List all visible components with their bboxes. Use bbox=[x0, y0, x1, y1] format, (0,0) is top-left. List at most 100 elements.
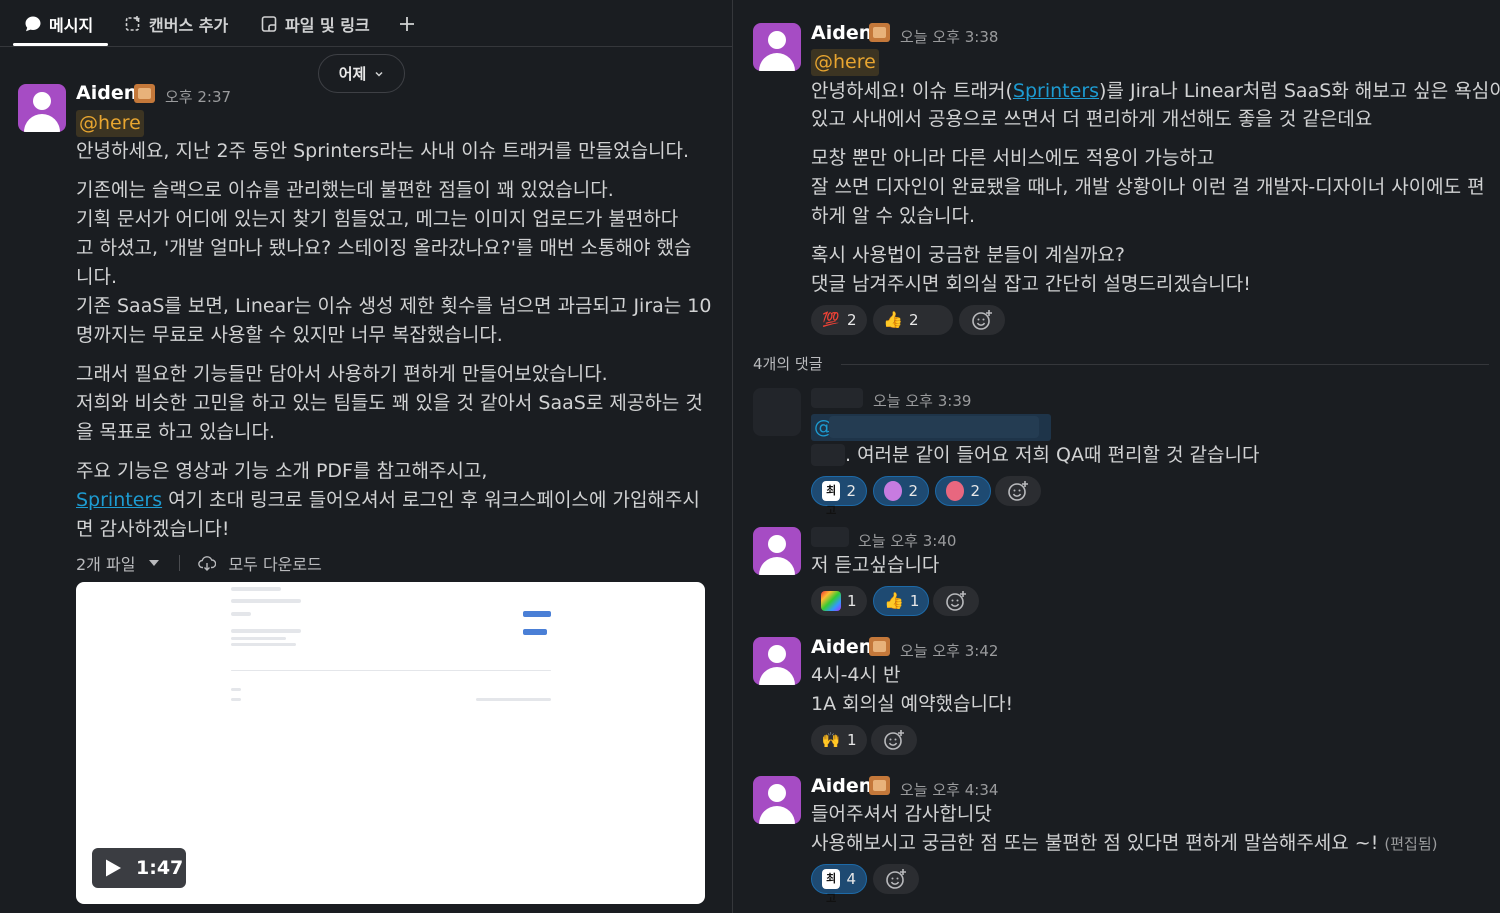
add-reaction-button[interactable] bbox=[959, 305, 1005, 335]
reaction-best[interactable]: 최고 4 bbox=[811, 864, 867, 905]
sprinters-link[interactable]: Sprinters bbox=[76, 489, 162, 511]
tab-add-canvas[interactable]: 캔버스 추가 bbox=[124, 10, 228, 38]
message-line: . 여러분 같이 들어요 저희 QA때 편리할 것 같습니다 bbox=[845, 444, 1260, 466]
sprinters-link[interactable]: Sprinters bbox=[1013, 80, 1099, 102]
message-line: 주요 기능은 영상과 기능 소개 PDF를 참고해주시고, bbox=[76, 460, 488, 482]
video-attachment[interactable]: 1:47 bbox=[76, 582, 705, 904]
status-emoji-icon bbox=[134, 84, 155, 103]
message-line: 기획 문서가 어디에 있는지 찾기 힘들었고, 메그는 이미지 업로드가 불편하… bbox=[76, 208, 679, 230]
message-line: 4시-4시 반 bbox=[811, 664, 901, 686]
message-line: 면 감사하겠습니다! bbox=[76, 518, 230, 540]
channel-pane: 메시지 캔버스 추가 파일 및 링크 어제 Aiden 오후 2:37 @her… bbox=[0, 0, 732, 913]
message-line: 사용해보시고 궁금한 점 또는 불편한 점 있다면 편하게 말씀해주세요 ~! … bbox=[811, 830, 1438, 858]
avatar[interactable] bbox=[753, 23, 801, 71]
author-name[interactable]: Aiden bbox=[811, 775, 872, 797]
video-thumb-detail bbox=[523, 629, 547, 635]
reaction-rainbow[interactable]: 1 bbox=[811, 586, 867, 616]
add-reaction-button[interactable] bbox=[933, 586, 979, 616]
thumbsup-icon: 👍 bbox=[883, 310, 903, 329]
avatar[interactable] bbox=[753, 388, 801, 436]
timestamp[interactable]: 오늘 오후 3:39 bbox=[873, 390, 971, 411]
timestamp[interactable]: 오늘 오후 3:42 bbox=[900, 640, 998, 661]
download-all-button[interactable]: 모두 다운로드 bbox=[228, 551, 321, 575]
video-duration[interactable]: 1:47 bbox=[92, 848, 186, 888]
best-icon: 최고 bbox=[822, 481, 841, 517]
play-icon bbox=[106, 859, 121, 877]
100-icon: 💯 bbox=[822, 312, 840, 328]
reaction-count: 2 bbox=[909, 311, 919, 329]
message-line: 그래서 필요한 기능들만 담아서 사용하기 편하게 만들어보았습니다. bbox=[76, 363, 608, 385]
attachments-header: 2개 파일 모두 다운로드 bbox=[76, 551, 322, 575]
message-line: 기존 SaaS를 보면, Linear는 이슈 생성 제한 횟수를 넘으면 과금… bbox=[76, 295, 712, 317]
cloud-download-icon[interactable] bbox=[198, 554, 217, 572]
mention-here[interactable]: @here bbox=[76, 110, 144, 137]
redacted-text bbox=[811, 444, 845, 466]
video-thumb-detail bbox=[231, 698, 241, 701]
timestamp[interactable]: 오후 2:37 bbox=[165, 86, 231, 107]
plus-icon bbox=[400, 17, 414, 31]
reaction-thumbsup[interactable]: 👍 2 bbox=[873, 305, 953, 335]
avatar[interactable] bbox=[753, 776, 801, 824]
message-line: 저희와 비슷한 고민을 하고 있는 팀들도 꽤 있을 것 같아서 SaaS로 제… bbox=[76, 392, 703, 414]
reaction-count: 2 bbox=[846, 482, 856, 500]
author-name[interactable]: Aiden bbox=[76, 82, 137, 104]
active-tab-indicator bbox=[13, 43, 108, 46]
status-emoji-icon bbox=[869, 637, 890, 656]
avatar[interactable] bbox=[18, 84, 66, 132]
day-label: 어제 bbox=[338, 65, 367, 83]
timestamp[interactable]: 오늘 오후 4:34 bbox=[900, 779, 998, 800]
message-line: 안녕하세요! 이슈 트래커(Sprinters)를 Jira나 Linear처럼… bbox=[811, 78, 1500, 105]
message-line: 을 목표로 하고 있습니다. bbox=[76, 421, 275, 443]
best-icon: 최고 bbox=[822, 869, 841, 905]
rainbow-icon bbox=[821, 591, 841, 611]
video-thumb-detail bbox=[231, 670, 551, 671]
message-icon bbox=[25, 16, 41, 32]
author-name[interactable]: Aiden bbox=[811, 636, 872, 658]
day-divider-button[interactable]: 어제 bbox=[318, 54, 405, 93]
reaction-blob[interactable]: 2 bbox=[873, 476, 929, 506]
add-reaction-button[interactable] bbox=[873, 864, 919, 894]
reaction-brain[interactable]: 2 bbox=[935, 476, 991, 506]
reaction-count: 1 bbox=[847, 592, 857, 610]
redacted-author-name bbox=[811, 388, 863, 408]
reaction-100[interactable]: 💯 2 bbox=[811, 305, 867, 335]
avatar[interactable] bbox=[753, 527, 801, 575]
message-line: 잘 쓰면 디자인이 완료됐을 때나, 개발 상황이나 이런 걸 개발자-디자이너… bbox=[811, 176, 1485, 198]
reaction-count: 2 bbox=[847, 311, 857, 329]
duration-label: 1:47 bbox=[136, 857, 184, 879]
timestamp[interactable]: 오늘 오후 3:40 bbox=[858, 530, 956, 551]
message-line: 있고 사내에서 공용으로 쓰면서 더 편리하게 개선해도 좋을 것 같은데요 bbox=[811, 108, 1373, 130]
tab-files-links[interactable]: 파일 및 링크 bbox=[260, 10, 370, 38]
edited-label: (편집됨) bbox=[1384, 835, 1438, 853]
add-tab-button[interactable] bbox=[398, 10, 416, 38]
avatar[interactable] bbox=[753, 637, 801, 685]
tab-messages[interactable]: 메시지 bbox=[24, 10, 93, 38]
add-reaction-button[interactable] bbox=[995, 476, 1041, 506]
add-reaction-button[interactable] bbox=[871, 725, 917, 755]
reaction-thumbsup[interactable]: 👍 1 bbox=[873, 586, 929, 616]
video-thumb-detail bbox=[231, 643, 296, 646]
caret-down-icon[interactable] bbox=[147, 556, 161, 570]
reaction-best[interactable]: 최고 2 bbox=[811, 476, 867, 517]
video-thumb-detail bbox=[231, 629, 301, 633]
reaction-raised-hands[interactable]: 🙌 1 bbox=[811, 725, 867, 755]
canvas-add-icon bbox=[125, 16, 140, 31]
tab-label: 파일 및 링크 bbox=[285, 16, 370, 35]
tab-label: 캔버스 추가 bbox=[149, 16, 229, 35]
message-line: 1A 회의실 예약했습니다! bbox=[811, 693, 1014, 715]
reaction-count: 2 bbox=[908, 482, 918, 500]
message-line: 기존에는 슬랙으로 이슈를 관리했는데 불편한 점들이 꽤 있었습니다. bbox=[76, 179, 614, 201]
message-line: 들어주셔서 감사합니닷 bbox=[811, 803, 992, 825]
message-line: 모창 뿐만 아니라 다른 서비스에도 적용이 가능하고 bbox=[811, 147, 1215, 169]
timestamp[interactable]: 오늘 오후 3:38 bbox=[900, 26, 998, 47]
redacted-author-name bbox=[811, 527, 849, 547]
message-line: 안녕하세요, 지난 2주 동안 Sprinters라는 사내 이슈 트래커를 만… bbox=[76, 140, 690, 162]
author-name[interactable]: Aiden bbox=[811, 22, 872, 44]
message-line: Sprinters 여기 초대 링크로 들어오셔서 로그인 후 워크스페이스에 … bbox=[76, 487, 700, 514]
message-text: 여기 초대 링크로 들어오셔서 로그인 후 워크스페이스에 가입해주시 bbox=[168, 489, 700, 511]
message-line: 고 하셨고, '개발 얼마나 됐나요? 스테이징 올라갔나요?'를 매번 소통해… bbox=[76, 237, 692, 259]
files-count[interactable]: 2개 파일 bbox=[76, 551, 135, 575]
add-emoji-icon bbox=[1008, 481, 1028, 501]
mention-here[interactable]: @here bbox=[811, 49, 879, 76]
thumbsup-icon: 👍 bbox=[884, 591, 904, 610]
